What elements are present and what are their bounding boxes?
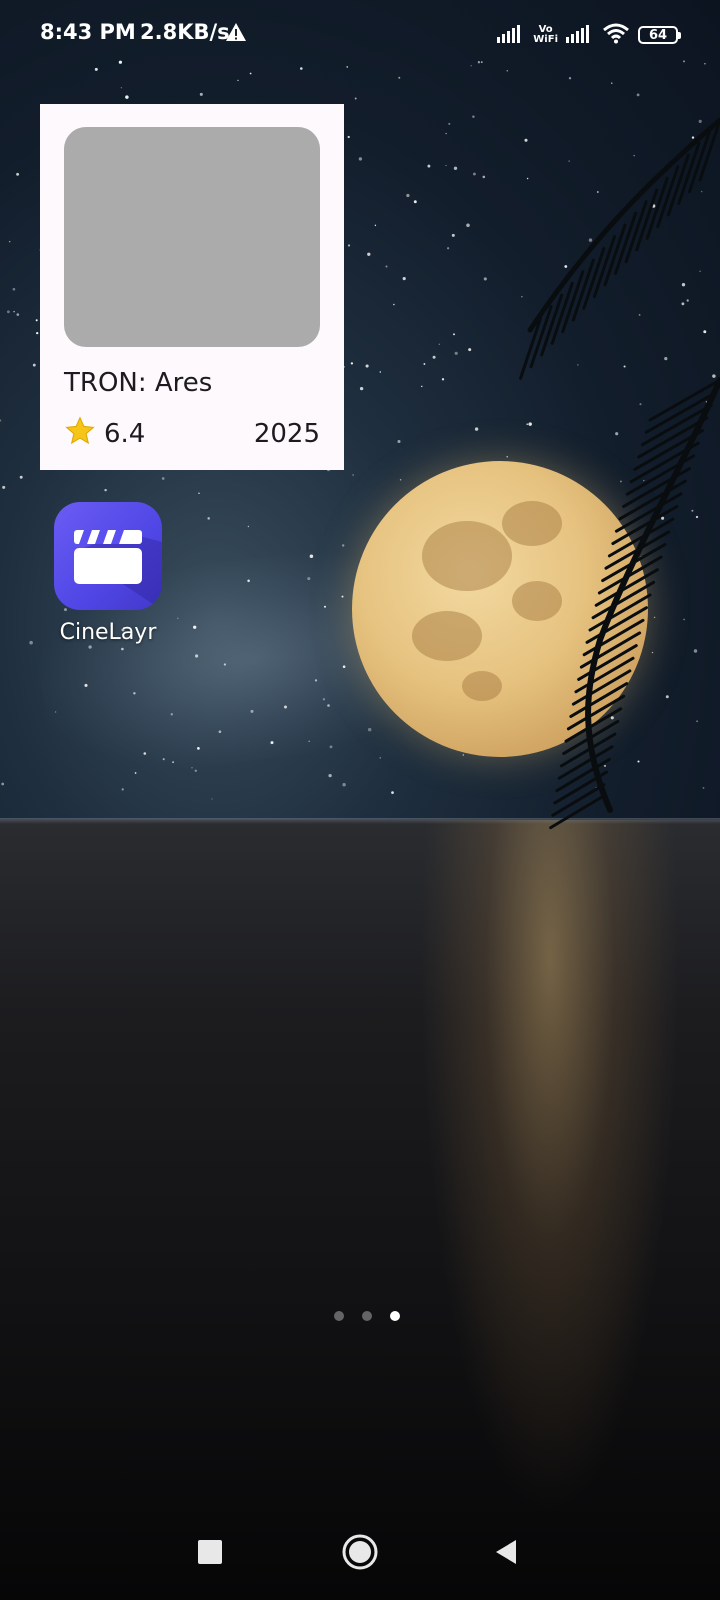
movie-widget[interactable]: TRON: Ares 6.4 2025 xyxy=(40,104,344,470)
clapperboard-icon[interactable] xyxy=(54,502,162,610)
page-dot-3-active[interactable] xyxy=(390,1311,400,1321)
network-speed: 2.8KB/s xyxy=(140,20,230,44)
home-button[interactable] xyxy=(341,1533,379,1575)
warning-icon xyxy=(225,22,247,46)
navigation-bar xyxy=(0,1530,720,1576)
page-dot-2[interactable] xyxy=(362,1311,372,1321)
recents-button[interactable] xyxy=(198,1540,222,1568)
battery-level: 64 xyxy=(648,27,668,43)
battery-icon: 64 xyxy=(638,26,681,44)
wifi-icon xyxy=(602,22,630,48)
status-bar: 8:43 PM 2.8KB/s Vo WiFi 64 xyxy=(0,0,720,68)
rating-group: 6.4 xyxy=(64,415,145,454)
page-indicator[interactable] xyxy=(0,1311,720,1321)
movie-rating: 6.4 xyxy=(104,419,146,449)
vowifi-icon: Vo WiFi xyxy=(533,25,558,45)
status-time: 8:43 PM xyxy=(40,20,136,44)
page-dot-1[interactable] xyxy=(334,1311,344,1321)
app-label: CineLayr xyxy=(59,620,157,645)
wallpaper-moon-reflection xyxy=(420,820,680,1520)
home-screen: 8:43 PM 2.8KB/s Vo WiFi 64 TRON: Ares 6.… xyxy=(0,0,720,1600)
star-icon xyxy=(64,415,96,454)
vowifi-bottom: WiFi xyxy=(533,34,558,45)
signal-icon-2 xyxy=(566,23,594,47)
movie-year: 2025 xyxy=(253,419,320,449)
movie-meta-row: 6.4 2025 xyxy=(64,414,320,454)
app-cinelayr[interactable]: CineLayr xyxy=(44,502,172,645)
movie-poster-placeholder[interactable] xyxy=(64,127,320,347)
status-icons: Vo WiFi 64 xyxy=(497,22,681,48)
signal-icon xyxy=(497,23,525,47)
back-button[interactable] xyxy=(494,1538,518,1570)
movie-title: TRON: Ares xyxy=(64,368,213,398)
